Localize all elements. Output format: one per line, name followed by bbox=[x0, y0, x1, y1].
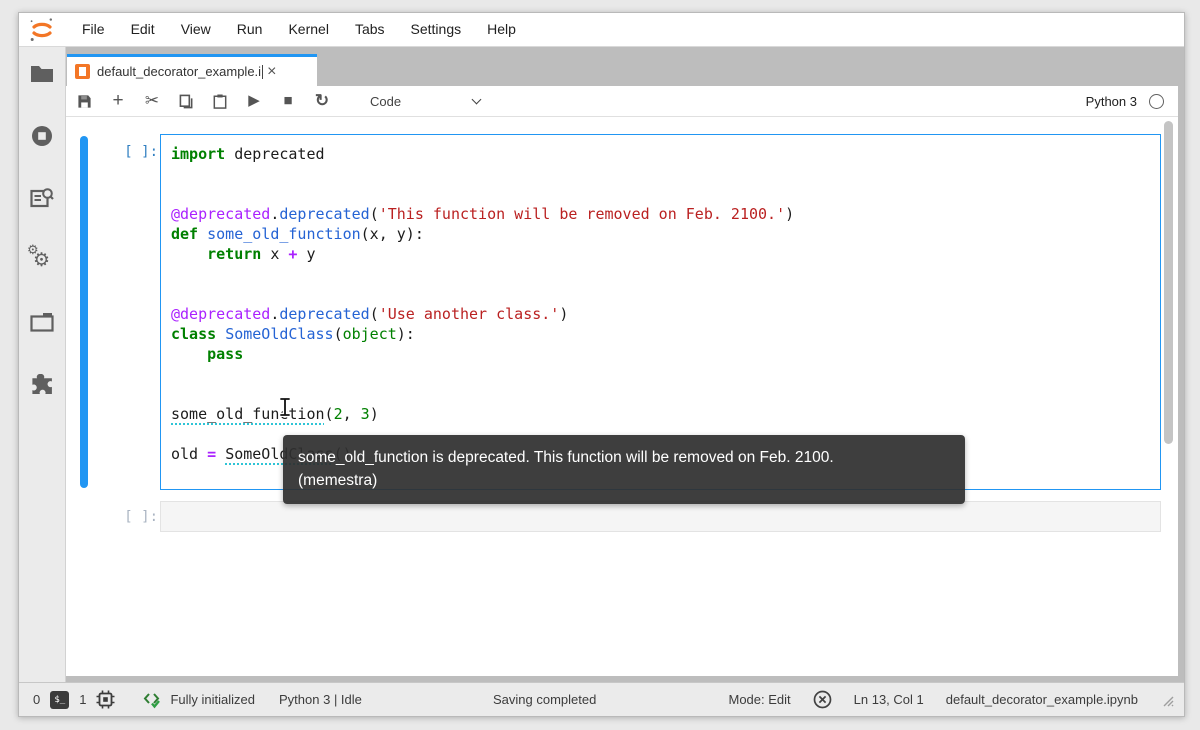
kernel-name-label[interactable]: Python 3 bbox=[1086, 94, 1137, 109]
terminals-count: 0 bbox=[33, 692, 41, 707]
notifications-off-icon[interactable] bbox=[813, 690, 832, 709]
vertical-scrollbar-thumb[interactable] bbox=[1164, 121, 1173, 444]
paste-cells-icon[interactable] bbox=[212, 93, 228, 109]
cell-type-value: Code bbox=[370, 93, 402, 109]
notebook-panel: + ✂ ▶ ■ ↻ Code Python 3 []: import depr… bbox=[66, 86, 1178, 676]
code-line: import deprecated bbox=[171, 145, 325, 163]
deprecation-tooltip: some_old_function is deprecated. This fu… bbox=[283, 435, 965, 504]
save-icon[interactable] bbox=[76, 93, 92, 109]
kernel-status-text[interactable]: Python 3 | Idle bbox=[279, 692, 362, 707]
cell-type-dropdown[interactable]: Code bbox=[370, 93, 482, 109]
tab-bar: default_decorator_example.i × bbox=[66, 47, 1184, 86]
empty-cell-prompt: [ ]: bbox=[124, 509, 158, 525]
code-line: def some_old_function(x, y): bbox=[171, 225, 424, 243]
menu-settings[interactable]: Settings bbox=[398, 13, 475, 46]
menu-run[interactable]: Run bbox=[224, 13, 276, 46]
code-line: some_old_function(2, 3) bbox=[171, 405, 379, 423]
text-cursor-pointer-icon bbox=[278, 397, 292, 417]
stop-kernel-icon[interactable]: ■ bbox=[280, 93, 296, 109]
save-status-text: Saving completed bbox=[493, 692, 597, 707]
notebook-content: [ ]: import deprecated @deprecated.depre… bbox=[66, 117, 1178, 676]
settings-gears-icon[interactable]: ⚙ ⚙ bbox=[27, 243, 57, 275]
lsp-code-check-icon bbox=[144, 692, 161, 708]
menu-edit[interactable]: Edit bbox=[118, 13, 168, 46]
left-sidebar: ⚙ ⚙ bbox=[19, 47, 66, 682]
add-cell-icon[interactable]: + bbox=[110, 91, 126, 110]
menu-tabs[interactable]: Tabs bbox=[342, 13, 398, 46]
jupyterlab-window: File Edit View Run Kernel Tabs Settings … bbox=[18, 12, 1185, 717]
lsp-status-text: Fully initialized bbox=[170, 692, 256, 707]
dock-panel: default_decorator_example.i × + ✂ ▶ ■ ↻ … bbox=[66, 47, 1184, 682]
cut-cells-icon[interactable]: ✂ bbox=[144, 92, 160, 109]
tab-title-truncation-bar bbox=[262, 64, 264, 79]
property-inspector-icon[interactable] bbox=[27, 183, 57, 213]
code-lines-container: import deprecated @deprecated.deprecated… bbox=[171, 144, 1150, 464]
resize-grip-icon[interactable] bbox=[1160, 693, 1174, 707]
running-kernels-icon[interactable] bbox=[27, 121, 57, 151]
status-bar: 0 $_ 1 Fully initialized Python 3 | Idle… bbox=[19, 682, 1184, 716]
tab-close-icon[interactable]: × bbox=[267, 63, 276, 79]
menu-help[interactable]: Help bbox=[474, 13, 529, 46]
running-sessions-status[interactable]: 0 $_ 1 bbox=[33, 690, 115, 709]
code-line: return x + y bbox=[207, 245, 316, 263]
notebook-icon bbox=[75, 64, 90, 79]
kernel-chip-icon bbox=[96, 690, 115, 709]
code-line: @deprecated.deprecated('Use another clas… bbox=[171, 305, 569, 323]
code-line: class SomeOldClass(object): bbox=[171, 325, 415, 343]
menubar: File Edit View Run Kernel Tabs Settings … bbox=[19, 13, 1184, 47]
restart-kernel-icon[interactable]: ↻ bbox=[314, 92, 330, 109]
notebook-toolbar: + ✂ ▶ ■ ↻ Code Python 3 bbox=[66, 86, 1178, 117]
cursor-position-text[interactable]: Ln 13, Col 1 bbox=[854, 692, 924, 707]
filename-text: default_decorator_example.ipynb bbox=[945, 692, 1138, 707]
tooltip-line1: some_old_function is deprecated. This fu… bbox=[298, 449, 834, 466]
cell-input-prompt: [ ]: bbox=[124, 144, 158, 160]
lsp-status[interactable]: Fully initialized bbox=[143, 691, 255, 709]
code-line: pass bbox=[207, 345, 244, 363]
cell-collapser[interactable] bbox=[80, 136, 88, 488]
menu-kernel[interactable]: Kernel bbox=[275, 13, 341, 46]
kernels-count: 1 bbox=[79, 692, 87, 707]
kernel-status-icon[interactable] bbox=[1149, 93, 1164, 109]
empty-cell-editor[interactable] bbox=[160, 501, 1161, 532]
menu-file[interactable]: File bbox=[69, 13, 118, 46]
chevron-down-icon bbox=[471, 94, 482, 104]
tab-title: default_decorator_example.i bbox=[97, 64, 262, 79]
mode-indicator: Mode: Edit bbox=[728, 692, 791, 707]
copy-cells-icon[interactable] bbox=[178, 93, 194, 109]
run-cell-icon[interactable]: ▶ bbox=[246, 93, 262, 109]
open-tabs-icon[interactable] bbox=[27, 307, 57, 337]
extension-manager-icon[interactable] bbox=[27, 369, 57, 399]
jupyter-logo-icon bbox=[30, 17, 52, 41]
tab-notebook[interactable]: default_decorator_example.i × bbox=[67, 54, 317, 86]
terminal-icon: $_ bbox=[50, 690, 70, 709]
menu-view[interactable]: View bbox=[168, 13, 224, 46]
code-line: @deprecated.deprecated('This function wi… bbox=[171, 205, 795, 223]
file-browser-icon[interactable] bbox=[27, 59, 57, 89]
tooltip-line2: (memestra) bbox=[298, 472, 378, 489]
